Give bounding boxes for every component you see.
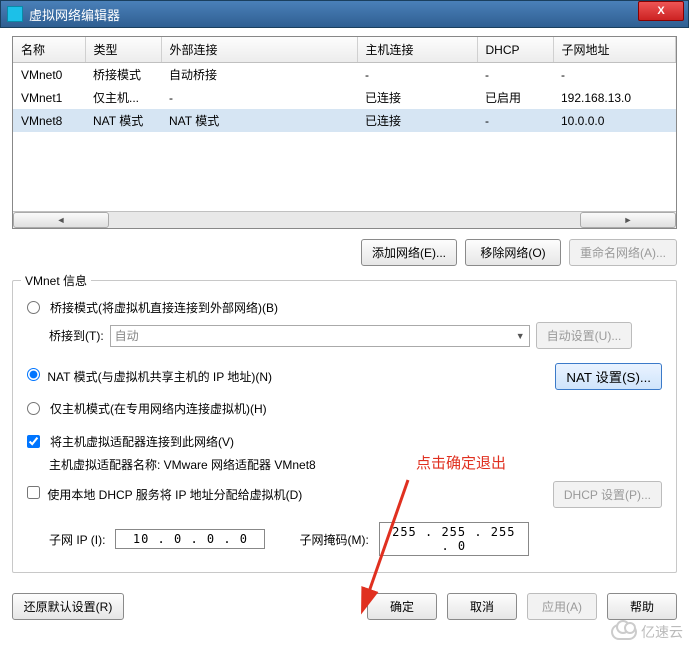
checkbox-dhcp[interactable]	[27, 486, 40, 499]
table-row[interactable]: VMnet1 仅主机... - 已连接 已启用 192.168.13.0	[13, 86, 676, 109]
group-legend: VMnet 信息	[21, 272, 91, 289]
subnet-ip-input[interactable]: 10 . 0 . 0 . 0	[115, 529, 265, 549]
host-adapter-name-label: 主机虚拟适配器名称: VMware 网络适配器 VMnet8	[49, 456, 316, 473]
checkbox-dhcp-label: 使用本地 DHCP 服务将 IP 地址分配给虚拟机(D)	[47, 488, 302, 502]
watermark: 亿速云	[611, 622, 683, 642]
checkbox-host-adapter[interactable]	[27, 435, 40, 448]
rename-network-button[interactable]: 重命名网络(A)...	[569, 239, 677, 266]
subnet-ip-label: 子网 IP (I):	[49, 531, 105, 548]
add-network-button[interactable]: 添加网络(E)...	[361, 239, 457, 266]
col-dhcp[interactable]: DHCP	[477, 37, 553, 63]
cloud-icon	[611, 624, 637, 640]
bridge-to-select[interactable]: 自动 ▼	[110, 325, 530, 347]
table-row[interactable]: VMnet0 桥接模式 自动桥接 - - -	[13, 63, 676, 86]
chevron-down-icon: ▼	[516, 331, 525, 341]
close-button[interactable]: X	[638, 1, 684, 21]
vmnet-info-group: VMnet 信息 桥接模式(将虚拟机直接连接到外部网络)(B) 桥接到(T): …	[12, 280, 677, 573]
remove-network-button[interactable]: 移除网络(O)	[465, 239, 561, 266]
table-header-row: 名称 类型 外部连接 主机连接 DHCP 子网地址	[13, 37, 676, 63]
window-title: 虚拟网络编辑器	[29, 5, 638, 24]
auto-set-button[interactable]: 自动设置(U)...	[536, 322, 633, 349]
nat-settings-button[interactable]: NAT 设置(S)...	[555, 363, 662, 390]
col-name[interactable]: 名称	[13, 37, 85, 63]
radio-bridge[interactable]	[27, 301, 40, 314]
network-table: 名称 类型 外部连接 主机连接 DHCP 子网地址 VMnet0 桥接模式 自动…	[12, 36, 677, 229]
help-button[interactable]: 帮助	[607, 593, 677, 620]
checkbox-host-adapter-label: 将主机虚拟适配器连接到此网络(V)	[50, 433, 234, 450]
table-row[interactable]: VMnet8 NAT 模式 NAT 模式 已连接 - 10.0.0.0	[13, 109, 676, 132]
radio-hostonly-label: 仅主机模式(在专用网络内连接虚拟机)(H)	[50, 400, 267, 417]
restore-defaults-button[interactable]: 还原默认设置(R)	[12, 593, 124, 620]
scroll-right-icon[interactable]: ►	[580, 212, 676, 228]
radio-nat-label: NAT 模式(与虚拟机共享主机的 IP 地址)(N)	[47, 370, 272, 384]
app-icon	[7, 6, 23, 22]
radio-bridge-label: 桥接模式(将虚拟机直接连接到外部网络)(B)	[50, 299, 278, 316]
ok-button[interactable]: 确定	[367, 593, 437, 620]
bridge-to-label: 桥接到(T):	[49, 327, 104, 344]
col-type[interactable]: 类型	[85, 37, 161, 63]
cancel-button[interactable]: 取消	[447, 593, 517, 620]
col-host[interactable]: 主机连接	[357, 37, 477, 63]
subnet-mask-input[interactable]: 255 . 255 . 255 . 0	[379, 522, 529, 556]
dhcp-settings-button[interactable]: DHCP 设置(P)...	[553, 481, 662, 508]
apply-button[interactable]: 应用(A)	[527, 593, 597, 620]
subnet-mask-label: 子网掩码(M):	[299, 531, 368, 548]
radio-nat[interactable]	[27, 368, 40, 381]
horizontal-scrollbar[interactable]: ◄ ►	[13, 211, 676, 228]
scroll-left-icon[interactable]: ◄	[13, 212, 109, 228]
col-ext[interactable]: 外部连接	[161, 37, 357, 63]
titlebar: 虚拟网络编辑器 X	[0, 0, 689, 28]
col-subnet[interactable]: 子网地址	[553, 37, 676, 63]
radio-hostonly[interactable]	[27, 402, 40, 415]
